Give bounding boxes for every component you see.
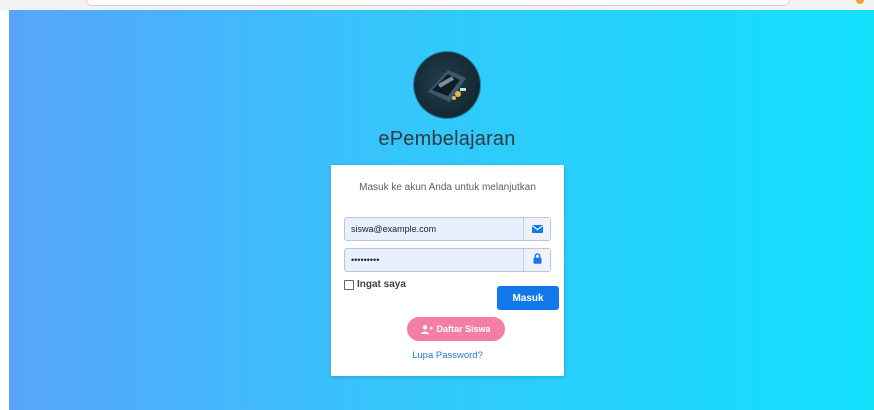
login-card: Masuk ke akun Anda untuk melanjutkan sis… xyxy=(331,165,564,376)
password-input[interactable] xyxy=(345,249,523,271)
remember-checkbox[interactable] xyxy=(344,279,354,290)
email-field[interactable] xyxy=(344,217,551,241)
app-logo xyxy=(414,52,480,118)
email-addon xyxy=(523,218,550,240)
envelope-icon xyxy=(531,220,543,238)
extension-icon[interactable] xyxy=(856,0,864,4)
login-subtitle: Masuk ke akun Anda untuk melanjutkan xyxy=(359,182,536,193)
app-title: ePembelajaran xyxy=(378,128,516,150)
address-bar[interactable] xyxy=(86,0,790,6)
password-addon xyxy=(523,249,550,271)
register-label: Daftar Siswa xyxy=(436,324,491,334)
forgot-password-link[interactable]: Lupa Password? xyxy=(331,350,564,361)
browser-chrome xyxy=(0,0,874,10)
login-page: ePembelajaran Masuk ke akun Anda untuk m… xyxy=(9,10,874,410)
user-plus-icon xyxy=(421,324,434,334)
remember-label: Ingat saya xyxy=(357,279,406,290)
remember-me[interactable]: Ingat saya xyxy=(344,279,406,290)
lock-icon xyxy=(533,251,542,269)
password-field[interactable] xyxy=(344,248,551,272)
login-button[interactable]: Masuk xyxy=(497,286,559,310)
register-button[interactable]: Daftar Siswa xyxy=(407,317,505,341)
email-input[interactable] xyxy=(345,218,523,240)
